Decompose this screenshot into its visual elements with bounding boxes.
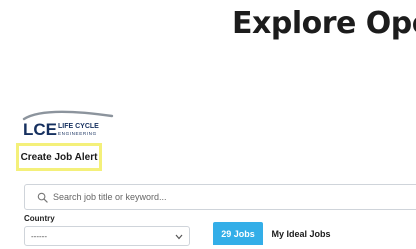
tab-my-ideal-jobs[interactable]: My Ideal Jobs bbox=[266, 222, 336, 245]
search-icon bbox=[31, 192, 53, 203]
logo-line2: ENGINEERING bbox=[58, 131, 97, 136]
country-label: Country bbox=[24, 214, 55, 223]
create-job-alert-label: Create Job Alert bbox=[20, 151, 98, 163]
tab-my-ideal-jobs-label: My Ideal Jobs bbox=[271, 228, 331, 239]
company-logo: LCE LIFE CYCLE ENGINEERING bbox=[20, 110, 120, 140]
search-box bbox=[24, 184, 416, 210]
tab-all-jobs-label: 29 Jobs bbox=[221, 228, 255, 239]
tab-all-jobs[interactable]: 29 Jobs bbox=[213, 222, 263, 245]
country-select[interactable]: ------ bbox=[24, 226, 190, 246]
chevron-down-icon bbox=[175, 227, 183, 245]
logo-mark: LCE bbox=[23, 120, 57, 139]
search-input[interactable] bbox=[53, 186, 416, 208]
logo-line1: LIFE CYCLE bbox=[58, 123, 99, 130]
page-title: Explore Open bbox=[232, 6, 416, 41]
country-selected-value: ------ bbox=[31, 231, 47, 241]
job-board-page: Explore Open LCE LIFE CYCLE ENGINEERING … bbox=[0, 0, 416, 249]
create-job-alert-button[interactable]: Create Job Alert bbox=[16, 143, 102, 171]
